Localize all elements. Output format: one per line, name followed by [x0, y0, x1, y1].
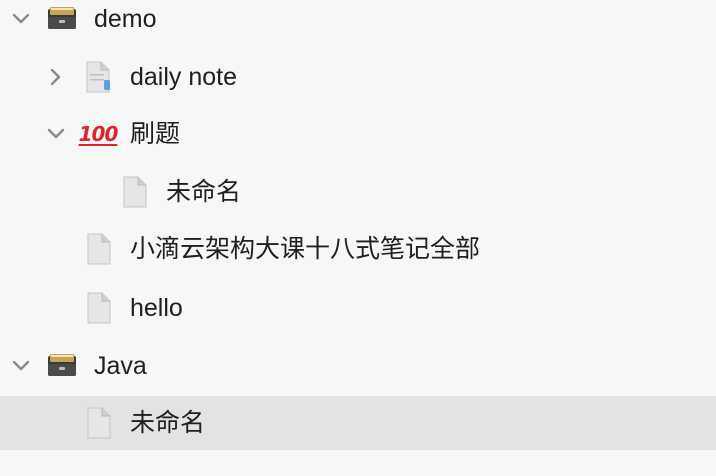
hundred-points-icon: 100: [78, 116, 119, 152]
tree-item-label: 刷题: [130, 120, 181, 148]
tree-item-shuati-untitled[interactable]: 未命名: [0, 165, 716, 219]
document-stack-icon: [80, 59, 116, 95]
hundred-points-glyph: 100: [78, 122, 119, 146]
tree-item-label: daily note: [130, 63, 238, 91]
file-tree: demo daily note 100 刷题 未命名 小滴云架构大课十八式笔记全…: [0, 0, 716, 476]
chevron-down-icon[interactable]: [9, 354, 33, 378]
tree-item-label: hello: [130, 294, 183, 322]
tree-item-label: 小滴云架构大课十八式笔记全部: [130, 235, 481, 263]
tree-item-java[interactable]: Java: [0, 339, 716, 393]
tree-item-label: 未命名: [166, 178, 242, 206]
tree-item-xiaodi[interactable]: 小滴云架构大课十八式笔记全部: [0, 222, 716, 276]
tree-item-shuati[interactable]: 100 刷题: [0, 107, 716, 161]
notebook-box-icon: [44, 1, 80, 37]
chevron-down-icon[interactable]: [9, 7, 33, 31]
chevron-down-icon[interactable]: [44, 122, 68, 146]
tree-item-java-untitled[interactable]: 未命名: [0, 396, 716, 450]
tree-item-label: demo: [94, 5, 157, 33]
tree-item-demo[interactable]: demo: [0, 0, 716, 46]
document-icon: [80, 290, 116, 326]
tree-item-label: 未命名: [130, 409, 206, 437]
document-icon: [80, 231, 116, 267]
tree-item-daily-note[interactable]: daily note: [0, 50, 716, 104]
notebook-box-icon: [44, 348, 80, 384]
chevron-right-icon[interactable]: [44, 65, 68, 89]
tree-item-label: Java: [94, 352, 147, 380]
document-icon: [80, 405, 116, 441]
document-icon: [116, 174, 152, 210]
tree-item-hello[interactable]: hello: [0, 281, 716, 335]
